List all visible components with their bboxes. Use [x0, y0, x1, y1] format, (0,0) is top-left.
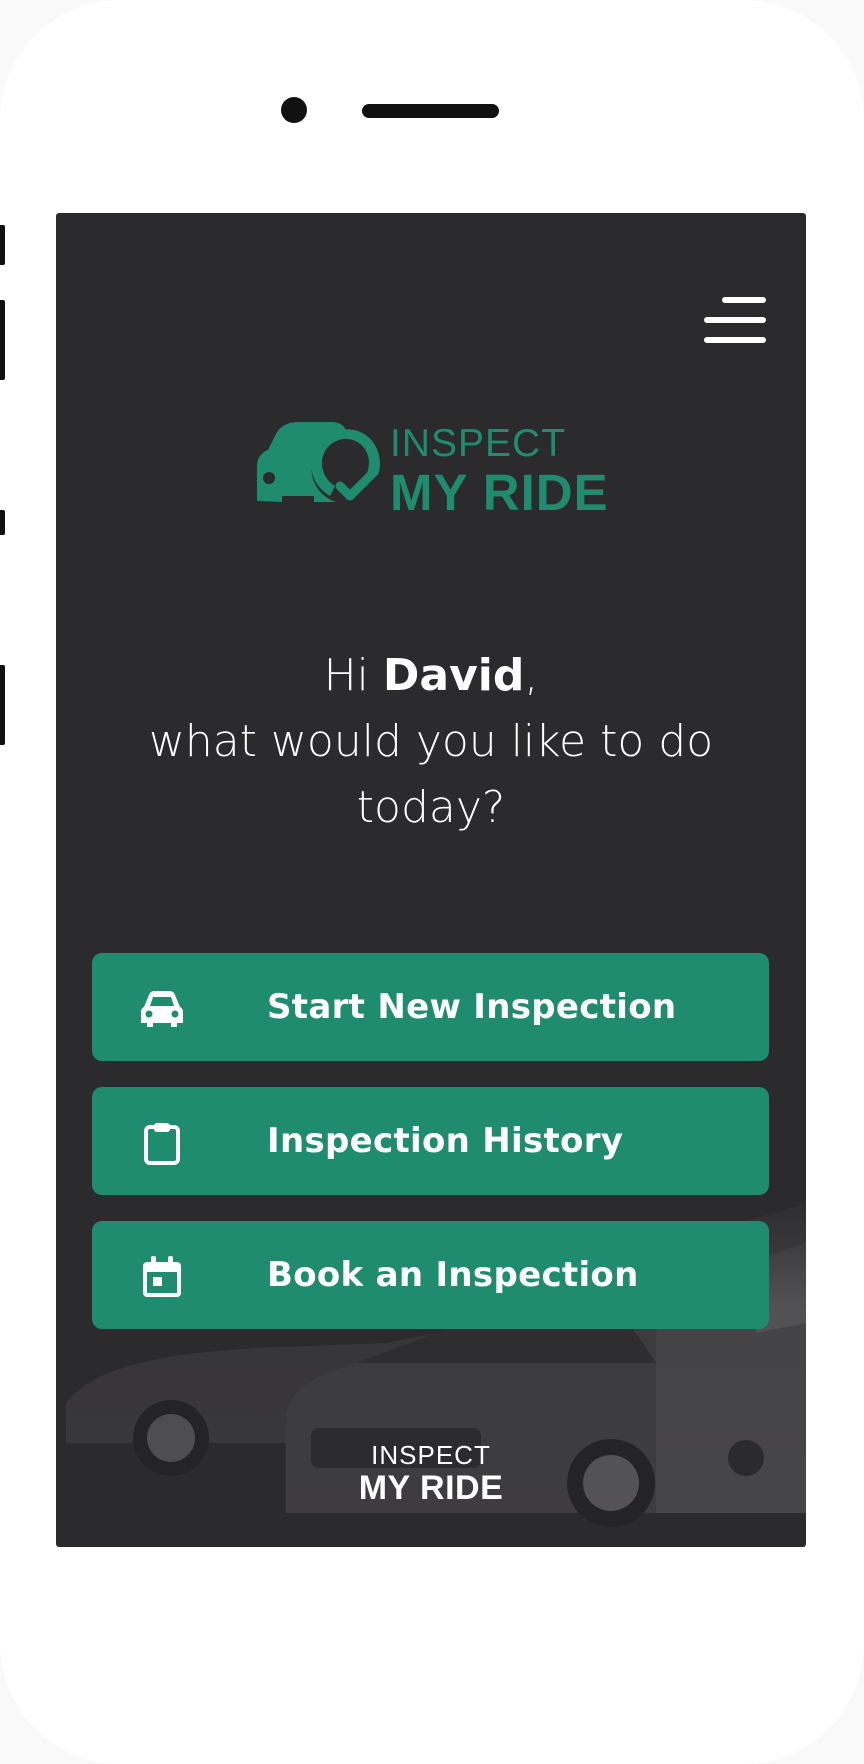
car-icon	[141, 991, 183, 1027]
phone-side-button	[0, 225, 5, 265]
start-new-inspection-button[interactable]: Start New Inspection	[92, 953, 769, 1061]
clipboard-icon	[144, 1123, 180, 1165]
greeting-comma: ,	[524, 650, 539, 701]
menu-line	[704, 337, 766, 343]
hamburger-menu-icon	[722, 297, 766, 303]
phone-side-button	[0, 510, 5, 535]
greeting-hi: Hi	[323, 650, 369, 701]
greeting-question: what would you like to do today?	[148, 716, 714, 833]
footer-logo-line2: MY RIDE	[358, 1469, 504, 1507]
logo-wordmark-line2: MY RIDE	[390, 464, 609, 521]
phone-frame: INSPECT MY RIDE Hi David, what would you…	[0, 0, 864, 1764]
inspection-history-label: Inspection History	[267, 1121, 624, 1161]
phone-side-button	[0, 665, 5, 745]
greeting-message: Hi David, what would you like to do toda…	[86, 643, 776, 841]
menu-line	[704, 317, 766, 323]
footer-logo-line1: INSPECT	[371, 1440, 491, 1470]
front-camera	[281, 97, 307, 123]
phone-side-button	[0, 300, 5, 380]
user-name: David	[382, 650, 525, 701]
logo-wordmark-line1: INSPECT	[390, 422, 567, 465]
start-new-inspection-label: Start New Inspection	[267, 987, 677, 1027]
car-check-logo-icon	[257, 422, 380, 502]
inspection-history-button[interactable]: Inspection History	[92, 1087, 769, 1195]
app-screen: INSPECT MY RIDE Hi David, what would you…	[56, 213, 806, 1547]
menu-button[interactable]	[704, 297, 766, 343]
book-inspection-button[interactable]: Book an Inspection	[92, 1221, 769, 1329]
app-logo: INSPECT MY RIDE	[254, 416, 614, 518]
book-inspection-label: Book an Inspection	[267, 1255, 639, 1295]
logo-wordmark: INSPECT MY RIDE	[390, 424, 609, 518]
calendar-icon	[143, 1256, 181, 1297]
earpiece-speaker	[362, 104, 499, 118]
footer-logo: INSPECT MY RIDE	[56, 1441, 806, 1507]
